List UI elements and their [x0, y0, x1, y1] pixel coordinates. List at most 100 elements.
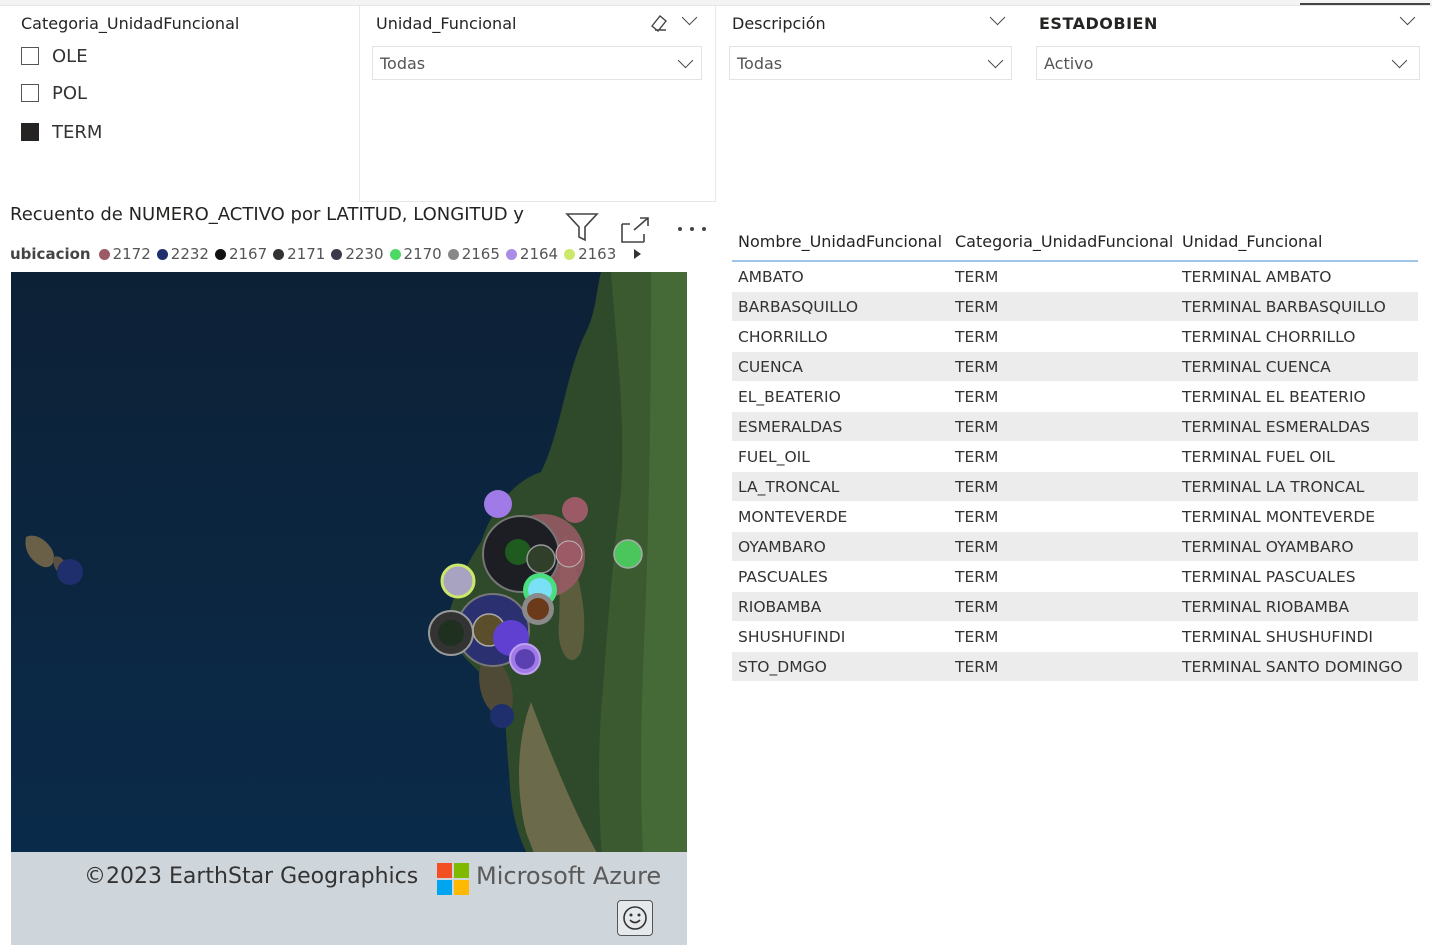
map-canvas[interactable] — [11, 272, 687, 945]
table-row[interactable]: BARBASQUILLO TERM TERMINAL BARBASQUILLO — [732, 292, 1418, 322]
legend-label: 2164 — [519, 245, 559, 263]
table-cell: TERMINAL PASCUALES — [1182, 567, 1356, 586]
legend-label: 2163 — [578, 245, 617, 263]
legend-label: 2172 — [112, 245, 151, 263]
checkbox-term[interactable]: TERM — [21, 120, 102, 144]
table-cell: TERM — [955, 567, 999, 586]
table-cell: TERMINAL BARBASQUILLO — [1182, 297, 1386, 316]
table-cell: LA_TRONCAL — [738, 477, 840, 496]
table-cell: TERM — [955, 387, 999, 406]
checkbox-ole[interactable]: OLE — [21, 44, 88, 68]
table-cell: BARBASQUILLO — [738, 297, 859, 316]
column-header[interactable]: Unidad_Funcional — [1176, 232, 1418, 251]
checkbox-box-checked[interactable] — [21, 123, 39, 141]
divider — [359, 201, 716, 202]
table-row[interactable]: CUENCA TERM TERMINAL CUENCA — [732, 352, 1418, 382]
map-title: Recuento de NUMERO_ACTIVO por LATITUD, L… — [10, 204, 524, 225]
table-row[interactable]: FUEL_OIL TERM TERMINAL FUEL OIL — [732, 442, 1418, 472]
table-row[interactable]: MONTEVERDE TERM TERMINAL MONTEVERDE — [732, 502, 1418, 532]
feedback-button[interactable] — [617, 900, 653, 936]
legend-item[interactable]: 2167 — [214, 245, 268, 263]
legend-label: 2171 — [287, 245, 326, 263]
dropdown-value: Todas — [380, 53, 426, 73]
chevron-down-icon[interactable] — [989, 9, 1006, 26]
checkbox-pol[interactable]: POL — [21, 81, 87, 105]
legend-item[interactable]: 2164 — [505, 245, 559, 263]
map-copyright: ©2023 EarthStar Geographics — [84, 864, 419, 889]
table-cell: TERM — [955, 447, 999, 466]
legend-dot — [273, 248, 285, 260]
table-row[interactable]: RIOBAMBA TERM TERMINAL RIOBAMBA — [732, 592, 1418, 622]
checkbox-box[interactable] — [21, 47, 39, 65]
table-row[interactable]: SHUSHUFINDI TERM TERMINAL SHUSHUFINDI — [732, 622, 1418, 652]
focus-mode-icon[interactable] — [620, 214, 654, 244]
legend-item[interactable]: 2232 — [156, 245, 209, 263]
categoria-slicer-title: Categoria_UnidadFuncional — [21, 14, 240, 33]
checkbox-box[interactable] — [21, 84, 39, 102]
table-cell: SHUSHUFINDI — [738, 627, 846, 646]
descripcion-dropdown[interactable]: Todas — [729, 46, 1012, 80]
legend-dot — [156, 248, 168, 260]
table-row[interactable]: STO_DMGO TERM TERMINAL SANTO DOMINGO — [732, 652, 1418, 682]
legend-dot — [564, 248, 576, 260]
table-cell: AMBATO — [738, 267, 804, 286]
table-cell: MONTEVERDE — [738, 507, 848, 526]
chevron-down-icon[interactable] — [1391, 52, 1408, 69]
legend-item[interactable]: 2172 — [98, 245, 151, 263]
legend-label: 2167 — [228, 245, 268, 263]
table-cell: RIOBAMBA — [738, 597, 822, 616]
filter-icon[interactable] — [565, 211, 601, 243]
table-cell: TERMINAL ESMERALDAS — [1182, 417, 1371, 436]
table-cell: TERMINAL SHUSHUFINDI — [1182, 627, 1374, 646]
legend-item[interactable]: 2171 — [273, 245, 325, 263]
table-row[interactable]: EL_BEATERIO TERM TERMINAL EL BEATERIO — [732, 382, 1418, 412]
estado-slicer-title: ESTADOBIEN — [1039, 14, 1158, 33]
table-cell: OYAMBARO — [738, 537, 826, 556]
table-cell: TERM — [955, 537, 999, 556]
table-cell: TERM — [955, 267, 999, 286]
table-body: AMBATO TERM TERMINAL AMBATO BARBASQUILLO TER… — [732, 262, 1418, 682]
table-row[interactable]: OYAMBARO TERM TERMINAL OYAMBARO — [732, 532, 1418, 562]
chevron-down-icon[interactable] — [1399, 9, 1416, 26]
table-cell: TERM — [955, 627, 999, 646]
table-cell: STO_DMGO — [738, 657, 827, 676]
legend-item[interactable]: 2163 — [564, 245, 616, 263]
table-row[interactable]: ESMERALDAS TERM TERMINAL ESMERALDAS — [732, 412, 1418, 442]
chevron-down-icon[interactable] — [677, 52, 694, 69]
microsoft-logo-icon — [437, 863, 469, 895]
table-cell: TERM — [955, 417, 999, 436]
descripcion-slicer-title: Descripción — [732, 14, 826, 33]
column-header[interactable]: Nombre_UnidadFuncional — [732, 232, 949, 251]
table-cell: TERM — [955, 507, 999, 526]
map-provider: Microsoft Azure — [476, 862, 662, 890]
legend-items: 2172 2232 2167 2171 2230 2170 2165 2164 2163 — [98, 245, 623, 263]
table-row[interactable]: PASCUALES TERM TERMINAL PASCUALES — [732, 562, 1418, 592]
table-cell: TERM — [955, 357, 999, 376]
legend-item[interactable]: 2230 — [331, 245, 384, 263]
table-cell: TERM — [955, 477, 999, 496]
table-cell: PASCUALES — [738, 567, 828, 586]
unidad-dropdown[interactable]: Todas — [372, 46, 702, 80]
more-options-icon[interactable] — [674, 222, 710, 236]
legend-label: 2232 — [170, 245, 209, 263]
table-cell: ESMERALDAS — [738, 417, 843, 436]
legend-item[interactable]: 2165 — [447, 245, 500, 263]
legend-next-arrow-icon[interactable] — [632, 247, 644, 261]
eraser-icon[interactable] — [648, 12, 670, 34]
checkbox-label: OLE — [52, 45, 88, 67]
table-row[interactable]: AMBATO TERM TERMINAL AMBATO — [732, 262, 1418, 292]
estado-dropdown[interactable]: Activo — [1036, 46, 1420, 80]
column-header[interactable]: Categoria_UnidadFuncional — [949, 232, 1176, 251]
table-row[interactable]: CHORRILLO TERM TERMINAL CHORRILLO — [732, 322, 1418, 352]
chevron-down-icon[interactable] — [681, 9, 698, 26]
table-cell: TERMINAL MONTEVERDE — [1182, 507, 1376, 526]
table-cell: TERM — [955, 297, 999, 316]
table-cell: TERM — [955, 597, 999, 616]
legend-item[interactable]: 2170 — [389, 245, 442, 263]
chevron-down-icon[interactable] — [987, 52, 1004, 69]
dropdown-value: Activo — [1044, 53, 1094, 73]
table-cell: CHORRILLO — [738, 327, 828, 346]
table-row[interactable]: LA_TRONCAL TERM TERMINAL LA TRONCAL — [732, 472, 1418, 502]
table-cell: FUEL_OIL — [738, 447, 810, 466]
divider — [715, 6, 716, 202]
